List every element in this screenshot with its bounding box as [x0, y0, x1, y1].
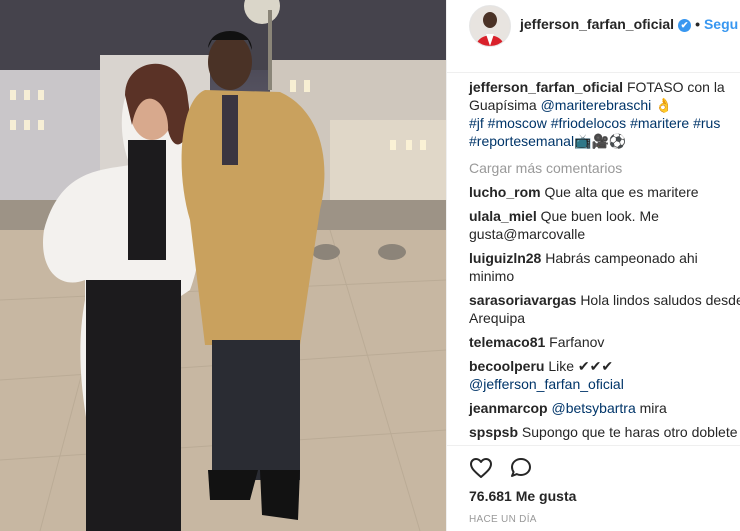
comment-username[interactable]: jeanmarcop — [469, 400, 548, 416]
comment-item: lucho_rom Que alta que es maritere — [469, 183, 740, 201]
comment-item: ulala_miel Que buen look. Me gusta@marco… — [469, 207, 740, 243]
comment-username[interactable]: lucho_rom — [469, 184, 541, 200]
follow-button[interactable]: Segu — [704, 16, 738, 32]
comment-username[interactable]: spspsb — [469, 424, 518, 440]
likes-count[interactable]: 76.681 Me gusta — [469, 488, 576, 504]
comment-mention[interactable]: @betsybartra — [551, 400, 635, 416]
comment-text: Que alta que es maritere — [544, 184, 699, 200]
comment-username[interactable]: sarasoriavargas — [469, 292, 576, 308]
comment-username[interactable]: ulala_miel — [469, 208, 537, 224]
caption: jefferson_farfan_oficial FOTASO con la G… — [469, 78, 740, 150]
caption-mention[interactable]: @mariterebraschi — [541, 97, 652, 113]
avatar[interactable] — [469, 5, 511, 47]
post-photo[interactable] — [0, 0, 446, 531]
comment-text: mira — [639, 400, 667, 416]
post-header: jefferson_farfan_oficial ✔ • Segu — [447, 0, 740, 73]
comment-mention[interactable]: @jefferson_farfan_oficial — [469, 376, 624, 392]
comment-username[interactable]: becoolperu — [469, 358, 544, 374]
comment-icon[interactable] — [509, 456, 533, 480]
comment-text: Supongo que te haras otro doblete — [521, 424, 738, 440]
caption-username[interactable]: jefferson_farfan_oficial — [469, 79, 623, 95]
load-more-comments[interactable]: Cargar más comentarios — [469, 159, 740, 177]
comment-text: Like ✔✔✔ — [548, 358, 614, 374]
verified-badge-icon: ✔ — [678, 19, 692, 32]
comment-item: jeanmarcop @betsybartra mira — [469, 399, 740, 417]
post-actions: 76.681 Me gusta HACE UN DÍA — [447, 445, 740, 531]
post-timestamp[interactable]: HACE UN DÍA — [469, 514, 537, 525]
comment-item: telemaco81 Farfanov — [469, 333, 740, 351]
comments-list: jefferson_farfan_oficial FOTASO con la G… — [469, 78, 740, 447]
comment-item: spspsb Supongo que te haras otro doblete — [469, 423, 740, 441]
comment-item: luiguizln28 Habrás campeonado ahi minimo — [469, 249, 740, 285]
separator-dot: • — [695, 16, 700, 32]
heart-icon[interactable] — [469, 456, 493, 480]
post-panel: jefferson_farfan_oficial ✔ • Segu jefferson… — [447, 0, 740, 531]
comment-item: sarasoriavargas Hola lindos saludos desd… — [469, 291, 740, 327]
comment-username[interactable]: luiguizln28 — [469, 250, 541, 266]
comment-text: Farfanov — [549, 334, 605, 350]
comment-username[interactable]: telemaco81 — [469, 334, 545, 350]
comment-item: becoolperu Like ✔✔✔ @jefferson_farfan_of… — [469, 357, 740, 393]
hashtag-emoji: 📺🎥⚽ — [574, 133, 627, 149]
header-username[interactable]: jefferson_farfan_oficial — [520, 16, 674, 32]
caption-emoji: 👌 — [655, 97, 673, 113]
photo-scene — [0, 0, 446, 531]
